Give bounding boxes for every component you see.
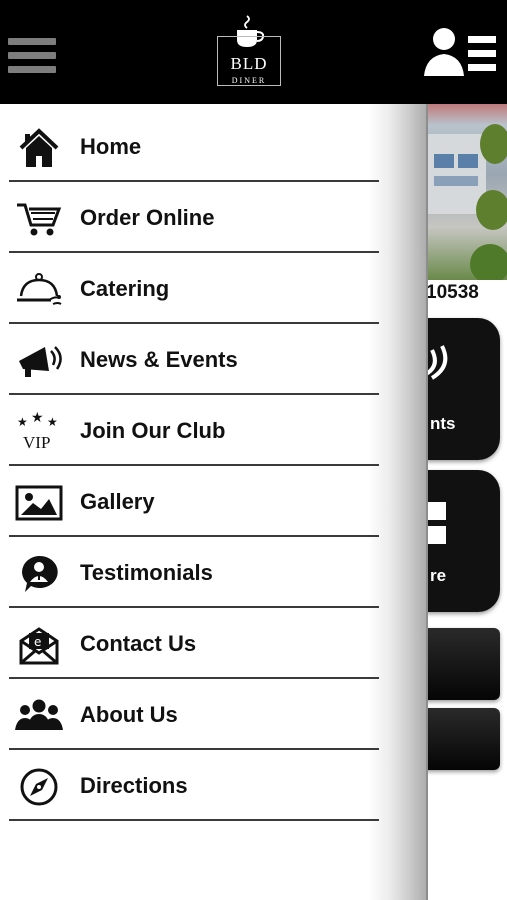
- megaphone-icon: [19, 346, 62, 377]
- home-icon: [19, 128, 59, 167]
- more-tile-label: re: [430, 566, 447, 585]
- menu-item-order-online[interactable]: Order Online: [9, 183, 379, 253]
- phone-number-partial[interactable]: 10538: [426, 282, 479, 304]
- svg-text:e: e: [34, 635, 41, 649]
- hero-photo: [426, 104, 507, 280]
- signal-icon: [426, 345, 448, 380]
- events-tile-label: nts: [430, 414, 456, 433]
- menu-item-label: About Us: [80, 702, 178, 727]
- menu-item-label: Order Online: [80, 205, 215, 230]
- picture-icon: [15, 485, 63, 521]
- more-tile[interactable]: re: [426, 470, 500, 612]
- menu-item-directions[interactable]: Directions: [9, 751, 379, 821]
- menu-item-label: Gallery: [80, 489, 155, 514]
- menu-item-home[interactable]: Home: [9, 112, 379, 182]
- navigation-drawer: Home Order Online Catering News & Events: [0, 104, 428, 900]
- menu-item-label: Join Our Club: [80, 418, 226, 443]
- drawer-edge: [426, 104, 428, 900]
- svg-text:★: ★: [47, 415, 58, 429]
- app-logo[interactable]: BLD DINER: [214, 14, 284, 90]
- menu-item-label: News & Events: [80, 347, 238, 372]
- logo-subtitle: DINER: [231, 76, 267, 85]
- compass-icon: [20, 768, 58, 806]
- svg-text:★: ★: [31, 412, 44, 426]
- speech-person-icon: [22, 555, 58, 592]
- hamburger-icon[interactable]: [8, 38, 56, 76]
- menu-item-gallery[interactable]: Gallery: [9, 467, 379, 537]
- bottom-button-2[interactable]: [426, 708, 500, 770]
- menu-item-label: Catering: [80, 276, 170, 301]
- menu-item-label: Home: [80, 134, 142, 159]
- people-icon: [15, 699, 63, 730]
- menu-item-news-events[interactable]: News & Events: [9, 325, 379, 395]
- menu-item-contact-us[interactable]: e Contact Us: [9, 609, 379, 679]
- svg-text:VIP: VIP: [23, 433, 50, 452]
- vip-stars-icon: ★ ★ ★ VIP: [17, 412, 58, 452]
- svg-text:★: ★: [17, 415, 28, 429]
- menu-item-join-club[interactable]: ★ ★ ★ VIP Join Our Club: [9, 396, 379, 466]
- menu-item-catering[interactable]: Catering: [9, 254, 379, 324]
- menu-item-about-us[interactable]: About Us: [9, 680, 379, 750]
- envelope-icon: e: [19, 627, 59, 665]
- bottom-button-1[interactable]: [426, 628, 500, 700]
- top-bar: BLD DINER: [0, 0, 507, 104]
- serving-tray-icon: [17, 273, 62, 305]
- cart-icon: [17, 203, 62, 236]
- menu-item-label: Testimonials: [80, 560, 213, 585]
- menu-item-label: Directions: [80, 773, 188, 798]
- logo-name: BLD: [230, 54, 268, 73]
- menu-item-testimonials[interactable]: Testimonials: [9, 538, 379, 608]
- menu-item-label: Contact Us: [80, 631, 197, 656]
- user-list-icon[interactable]: [424, 26, 498, 80]
- events-tile[interactable]: nts: [426, 318, 500, 460]
- grid-icon: [428, 502, 446, 520]
